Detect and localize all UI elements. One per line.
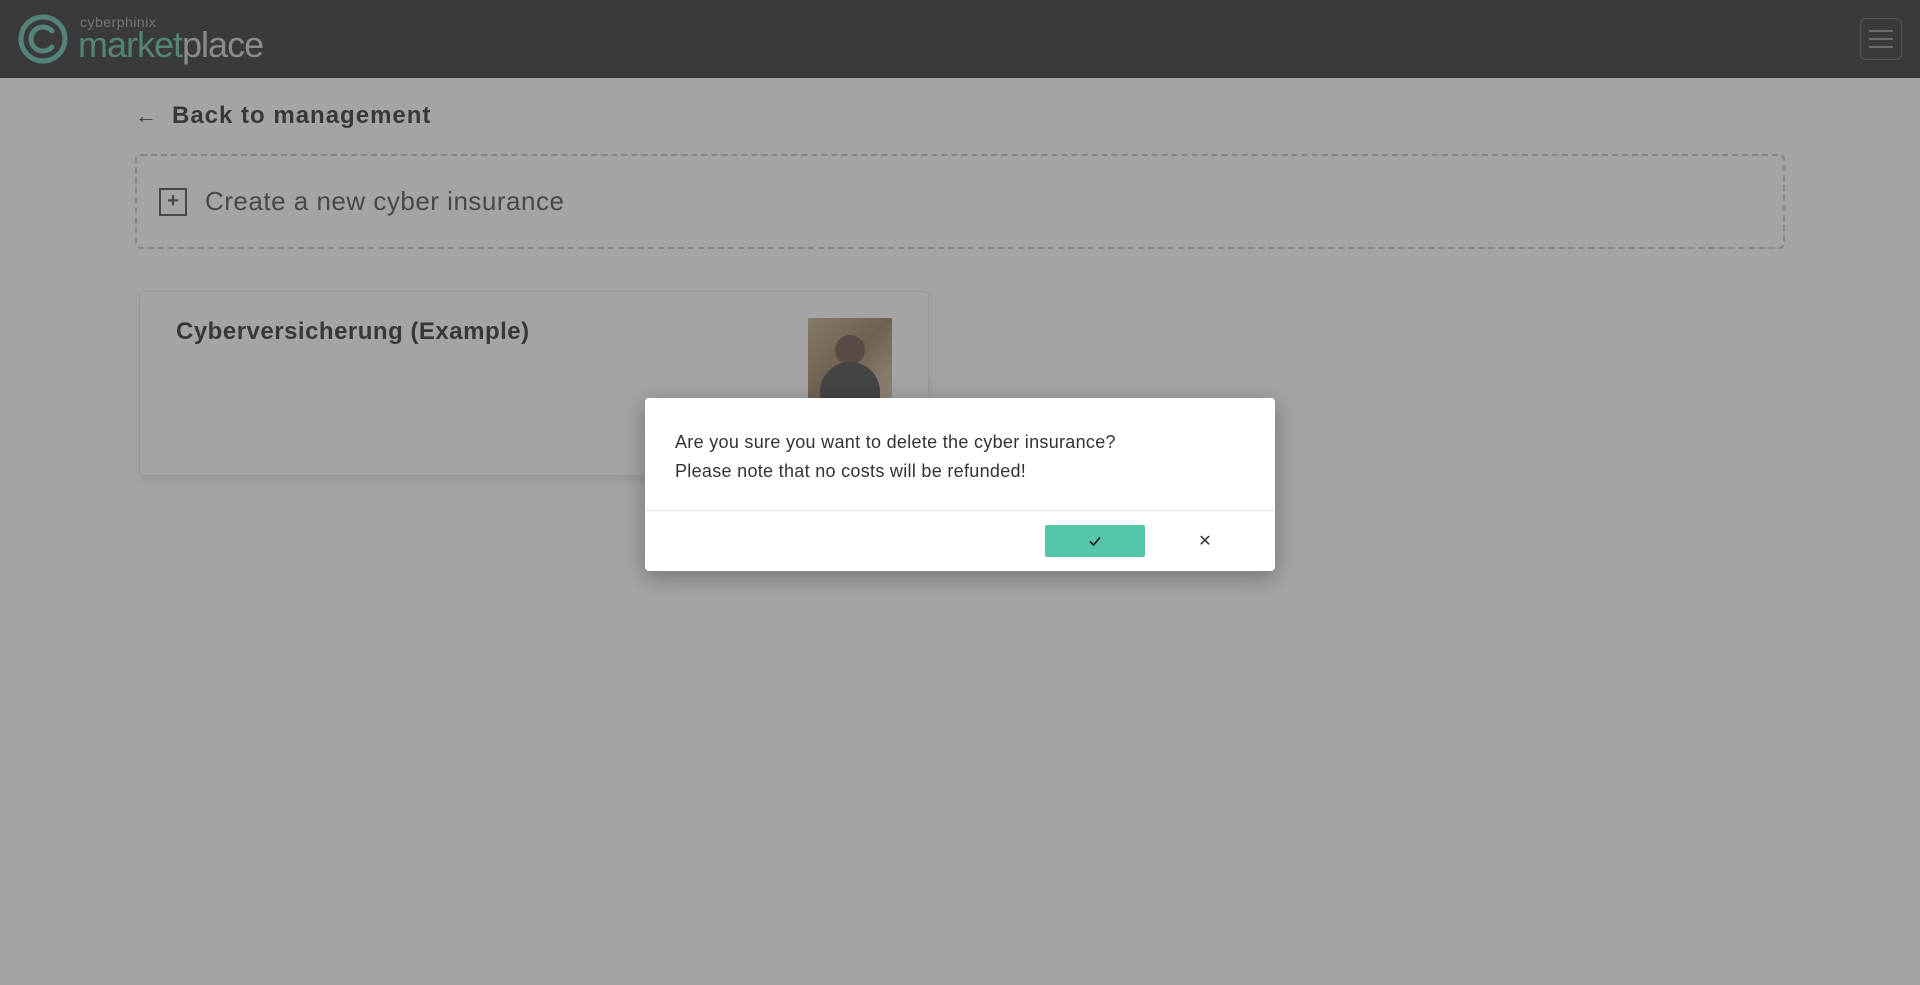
modal-line-1: Are you sure you want to delete the cybe… [675, 428, 1245, 457]
close-icon: ✕ [1198, 531, 1211, 551]
confirm-button[interactable] [1045, 525, 1145, 557]
check-icon [1087, 533, 1103, 549]
modal-overlay[interactable]: Are you sure you want to delete the cybe… [0, 0, 1920, 985]
modal-footer: ✕ [645, 511, 1275, 571]
modal-message: Are you sure you want to delete the cybe… [645, 398, 1275, 511]
cancel-button[interactable]: ✕ [1155, 525, 1255, 557]
modal-line-2: Please note that no costs will be refund… [675, 457, 1245, 486]
confirm-delete-modal: Are you sure you want to delete the cybe… [645, 398, 1275, 571]
